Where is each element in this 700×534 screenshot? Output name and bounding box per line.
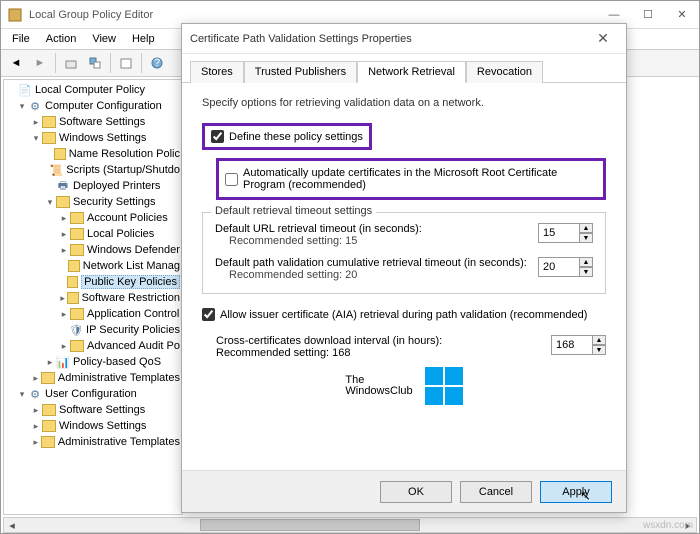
define-settings-highlight: Define these policy settings (202, 123, 372, 150)
page-watermark: wsxdn.com (643, 520, 693, 531)
path-timeout-spinner[interactable]: ▲▼ (538, 257, 593, 277)
svg-text:?: ? (154, 57, 160, 69)
tree-sec[interactable]: ▾Security Settings (6, 194, 180, 210)
cross-cert-down[interactable]: ▼ (592, 345, 606, 355)
tree-ss2[interactable]: ▸Software Settings (6, 402, 180, 418)
tree-ss[interactable]: ▸Software Settings (6, 114, 180, 130)
tree-root[interactable]: 📄Local Computer Policy (6, 82, 180, 98)
path-timeout-down[interactable]: ▼ (579, 267, 593, 277)
tab-network-retrieval[interactable]: Network Retrieval (357, 61, 466, 83)
auto-update-highlight: Automatically update certificates in the… (216, 158, 606, 200)
timeout-group-legend: Default retrieval timeout settings (211, 205, 376, 217)
tabstrip: Stores Trusted Publishers Network Retrie… (182, 54, 626, 83)
tree-ws2[interactable]: ▸Windows Settings (6, 418, 180, 434)
properties-dialog: Certificate Path Validation Settings Pro… (181, 23, 627, 513)
tree-dp[interactable]: 🖶Deployed Printers (6, 178, 180, 194)
url-timeout-spinner[interactable]: ▲▼ (538, 223, 593, 243)
define-settings-label: Define these policy settings (229, 131, 363, 143)
app-icon (7, 7, 23, 23)
dialog-close-button[interactable]: ✕ (588, 28, 618, 50)
tree-sr[interactable]: ▸Software Restriction (6, 290, 180, 306)
tree-lp[interactable]: ▸Local Policies (6, 226, 180, 242)
apply-button[interactable]: Apply (540, 481, 612, 503)
tree-ac[interactable]: ▸Application Control (6, 306, 180, 322)
path-timeout-input[interactable] (538, 257, 580, 277)
show-hide-button[interactable] (84, 52, 106, 74)
menu-action[interactable]: Action (39, 31, 84, 47)
close-button[interactable]: ✕ (665, 4, 699, 26)
cross-cert-up[interactable]: ▲ (592, 335, 606, 345)
main-title: Local Group Policy Editor (29, 9, 597, 21)
url-timeout-input[interactable] (538, 223, 580, 243)
back-button[interactable]: ◄ (5, 52, 27, 74)
ok-button[interactable]: OK (380, 481, 452, 503)
up-button[interactable] (60, 52, 82, 74)
tab-revocation[interactable]: Revocation (466, 61, 543, 83)
description-text: Specify options for retrieving validatio… (202, 97, 606, 109)
tree-ap[interactable]: ▸Account Policies (6, 210, 180, 226)
tree-cc[interactable]: ▾⚙Computer Configuration (6, 98, 180, 114)
tree-ipsec[interactable]: 🛡IP Security Policies (6, 322, 180, 338)
watermark-logo: The WindowsClub (202, 367, 606, 405)
tree-wd[interactable]: ▸Windows Defender (6, 242, 180, 258)
cancel-button[interactable]: Cancel (460, 481, 532, 503)
auto-update-checkbox[interactable] (225, 173, 238, 186)
windows-logo-icon (425, 367, 463, 405)
menu-view[interactable]: View (85, 31, 123, 47)
url-timeout-label: Default URL retrieval timeout (in second… (215, 223, 538, 235)
aia-checkbox[interactable] (202, 308, 215, 321)
tab-trusted-publishers[interactable]: Trusted Publishers (244, 61, 357, 83)
tree-nrp[interactable]: Name Resolution Polic (6, 146, 180, 162)
tree-aap[interactable]: ▸Advanced Audit Po (6, 338, 180, 354)
forward-button[interactable]: ► (29, 52, 51, 74)
tree-qos[interactable]: ▸📊Policy-based QoS (6, 354, 180, 370)
url-timeout-rec: Recommended setting: 15 (215, 235, 538, 247)
aia-label: Allow issuer certificate (AIA) retrieval… (220, 309, 587, 321)
maximize-button[interactable]: ☐ (631, 4, 665, 26)
tree-at2[interactable]: ▸Administrative Templates (6, 434, 180, 450)
scroll-left-button[interactable]: ◂ (4, 518, 20, 532)
dialog-title: Certificate Path Validation Settings Pro… (190, 33, 588, 45)
cross-cert-label: Cross-certificates download interval (in… (216, 335, 551, 347)
menu-help[interactable]: Help (125, 31, 162, 47)
logo-line2: WindowsClub (345, 386, 412, 397)
scroll-thumb[interactable] (200, 519, 420, 531)
tree-scr[interactable]: 📜Scripts (Startup/Shutdo (6, 162, 180, 178)
tree-panel[interactable]: 📄Local Computer Policy ▾⚙Computer Config… (3, 79, 183, 515)
export-button[interactable] (115, 52, 137, 74)
horizontal-scrollbar[interactable]: ◂ ▸ (3, 517, 697, 533)
define-settings-checkbox[interactable] (211, 130, 224, 143)
tab-stores[interactable]: Stores (190, 61, 244, 83)
help-button[interactable]: ? (146, 52, 168, 74)
path-timeout-rec: Recommended setting: 20 (215, 269, 538, 281)
tree-uc[interactable]: ▾⚙User Configuration (6, 386, 180, 402)
cross-cert-input[interactable] (551, 335, 593, 355)
timeout-group: Default retrieval timeout settings Defau… (202, 212, 606, 294)
tree-at[interactable]: ▸Administrative Templates (6, 370, 180, 386)
tree-pkp[interactable]: Public Key Policies (6, 274, 180, 290)
path-timeout-up[interactable]: ▲ (579, 257, 593, 267)
cross-cert-rec: Recommended setting: 168 (216, 347, 551, 359)
path-timeout-label: Default path validation cumulative retri… (215, 257, 538, 269)
url-timeout-up[interactable]: ▲ (579, 223, 593, 233)
auto-update-label: Automatically update certificates in the… (243, 167, 597, 191)
cross-cert-spinner[interactable]: ▲▼ (551, 335, 606, 355)
url-timeout-down[interactable]: ▼ (579, 233, 593, 243)
tree-ws[interactable]: ▾Windows Settings (6, 130, 180, 146)
tree-nlm[interactable]: Network List Manag (6, 258, 180, 274)
menu-file[interactable]: File (5, 31, 37, 47)
